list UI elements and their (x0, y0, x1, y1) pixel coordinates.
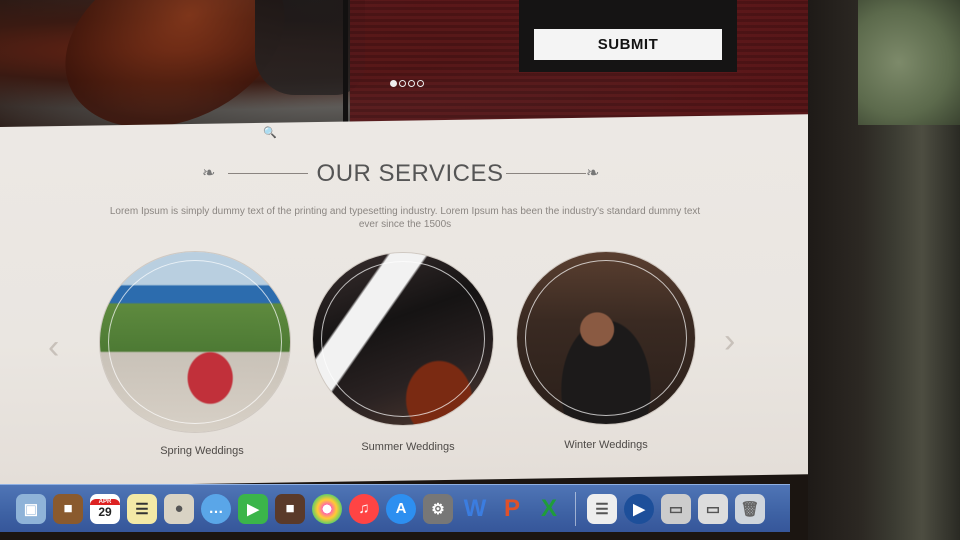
music-stand-pole (343, 0, 348, 127)
image-ring (108, 260, 282, 424)
carousel-prev-arrow-icon[interactable]: ‹ (48, 328, 59, 367)
notes-icon[interactable]: ☰ (127, 493, 157, 524)
service-caption-winter[interactable]: Winter Weddings (516, 439, 696, 451)
summer-weddings-image[interactable] (313, 253, 493, 425)
dock-separator (575, 491, 576, 526)
app-store-icon[interactable]: A (386, 493, 416, 524)
services-title: OUR SERVICES (316, 160, 504, 187)
photos-icon[interactable] (312, 493, 342, 524)
left-ornament-icon: ❧ (202, 165, 216, 182)
trash-icon[interactable]: 🗑 (735, 493, 765, 524)
carousel-next-arrow-icon[interactable]: › (724, 322, 735, 361)
quicktime-icon[interactable]: ▶ (624, 493, 654, 524)
slider-dot-2[interactable] (399, 80, 406, 87)
calendar-day: 29 (98, 504, 112, 519)
dock: ▣ ■ APR 29 ☰ ● … ▶ ■ ♫ A ⚙ W P X ☰ ▶ ▭ ▭… (0, 484, 790, 532)
musician-photo (255, 0, 365, 95)
spring-weddings-image[interactable] (100, 252, 290, 432)
zoom-cursor-icon: 🔍 (263, 127, 277, 139)
title-divider-right (506, 173, 586, 174)
submit-button[interactable]: SUBMIT (534, 29, 722, 60)
right-ornament-icon: ❧ (586, 165, 600, 182)
photo-booth-icon[interactable]: ■ (275, 493, 305, 524)
document-icon[interactable]: ☰ (587, 493, 617, 524)
word-icon[interactable]: W (460, 494, 490, 524)
powerpoint-icon[interactable]: P (497, 494, 527, 524)
winter-weddings-image[interactable] (517, 252, 695, 424)
slider-dot-3[interactable] (408, 80, 415, 87)
slider-dot-1[interactable] (390, 80, 397, 87)
calendar-icon[interactable]: APR 29 (90, 493, 120, 524)
window-icon-2[interactable]: ▭ (698, 493, 728, 524)
background-fabric (858, 0, 960, 125)
slider-dot-4[interactable] (417, 80, 424, 87)
messages-icon[interactable]: … (201, 493, 231, 524)
service-caption-spring[interactable]: Spring Weddings (112, 445, 292, 457)
services-intro: Lorem Ipsum is simply dummy text of the … (109, 206, 701, 230)
preview-icon[interactable]: ▣ (16, 493, 46, 524)
itunes-icon[interactable]: ♫ (349, 493, 379, 524)
image-ring (525, 260, 687, 416)
contacts-icon[interactable]: ■ (53, 493, 83, 524)
monitor-bezel (808, 0, 960, 540)
facetime-icon[interactable]: ▶ (238, 493, 268, 524)
service-caption-summer[interactable]: Summer Weddings (318, 441, 498, 453)
window-icon[interactable]: ▭ (661, 493, 691, 524)
slider-dots (390, 80, 424, 87)
system-preferences-icon[interactable]: ⚙ (423, 493, 453, 524)
title-divider-left (228, 173, 308, 174)
photos-app-icon[interactable]: ● (164, 493, 194, 524)
excel-icon[interactable]: X (534, 494, 564, 524)
image-ring (321, 261, 485, 417)
